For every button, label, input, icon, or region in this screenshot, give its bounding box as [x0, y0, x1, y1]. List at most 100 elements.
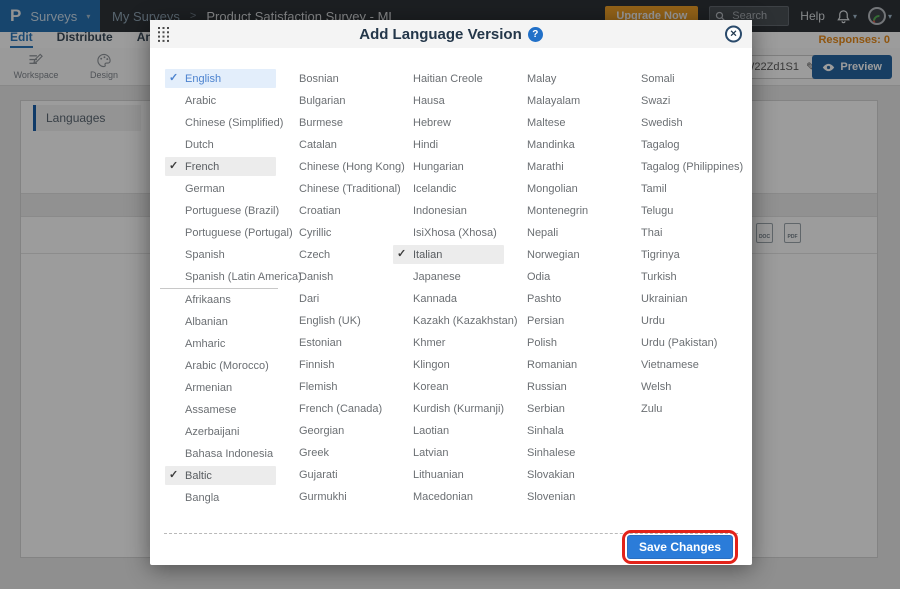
language-option[interactable]: Hungarian [393, 157, 504, 176]
language-option[interactable]: Norwegian [507, 245, 618, 264]
language-option[interactable]: Spanish [165, 245, 276, 264]
language-option[interactable]: Malayalam [507, 91, 618, 110]
language-option[interactable]: French (Canada) [279, 399, 390, 418]
language-option[interactable]: Pashto [507, 289, 618, 308]
language-option[interactable]: Albanian [165, 312, 276, 331]
language-option[interactable]: Romanian [507, 355, 618, 374]
language-option[interactable]: Laotian [393, 421, 504, 440]
language-option[interactable]: Mandinka [507, 135, 618, 154]
language-option[interactable]: Khmer [393, 333, 504, 352]
language-option[interactable]: German [165, 179, 276, 198]
language-option[interactable]: Turkish [621, 267, 732, 286]
language-option[interactable]: Hausa [393, 91, 504, 110]
language-option[interactable]: Persian [507, 311, 618, 330]
help-icon[interactable]: ? [528, 27, 543, 42]
language-option[interactable]: Greek [279, 443, 390, 462]
language-option[interactable]: ✓English [165, 69, 276, 88]
language-option[interactable]: Somali [621, 69, 732, 88]
language-option[interactable]: Thai [621, 223, 732, 242]
language-option[interactable]: Armenian [165, 378, 276, 397]
language-option[interactable]: Macedonian [393, 487, 504, 506]
language-option[interactable]: Kazakh (Kazakhstan) [393, 311, 504, 330]
language-option[interactable]: Arabic [165, 91, 276, 110]
language-option[interactable]: Croatian [279, 201, 390, 220]
language-option[interactable]: Polish [507, 333, 618, 352]
language-option[interactable]: Czech [279, 245, 390, 264]
language-option[interactable]: Slovakian [507, 465, 618, 484]
language-option[interactable]: Portuguese (Brazil) [165, 201, 276, 220]
language-option[interactable]: Kannada [393, 289, 504, 308]
language-option[interactable]: Russian [507, 377, 618, 396]
language-option[interactable]: Kurdish (Kurmanji) [393, 399, 504, 418]
language-option[interactable]: Georgian [279, 421, 390, 440]
language-option[interactable]: Urdu (Pakistan) [621, 333, 732, 352]
language-option[interactable]: Sinhala [507, 421, 618, 440]
language-option[interactable]: English (UK) [279, 311, 390, 330]
language-option[interactable]: ✓Baltic [165, 466, 276, 485]
language-option[interactable]: Assamese [165, 400, 276, 419]
language-option[interactable]: Marathi [507, 157, 618, 176]
language-option[interactable]: Tagalog (Philippines) [621, 157, 732, 176]
language-option[interactable]: Japanese [393, 267, 504, 286]
language-option[interactable]: Catalan [279, 135, 390, 154]
language-option[interactable]: ✓Italian [393, 245, 504, 264]
language-option[interactable]: Indonesian [393, 201, 504, 220]
language-option[interactable]: Latvian [393, 443, 504, 462]
language-option[interactable]: Mongolian [507, 179, 618, 198]
language-option[interactable]: Danish [279, 267, 390, 286]
language-option[interactable]: Lithuanian [393, 465, 504, 484]
language-option[interactable]: Ukrainian [621, 289, 732, 308]
language-option[interactable]: ✓French [165, 157, 276, 176]
language-option[interactable]: Tamil [621, 179, 732, 198]
language-option[interactable]: Gurmukhi [279, 487, 390, 506]
language-option[interactable]: Tigrinya [621, 245, 732, 264]
language-option[interactable]: Chinese (Simplified) [165, 113, 276, 132]
language-option[interactable]: Sinhalese [507, 443, 618, 462]
language-option[interactable]: Bulgarian [279, 91, 390, 110]
language-option[interactable]: Cyrillic [279, 223, 390, 242]
language-option[interactable]: IsiXhosa (Xhosa) [393, 223, 504, 242]
language-option[interactable]: Amharic [165, 334, 276, 353]
language-option[interactable]: Dutch [165, 135, 276, 154]
language-option[interactable]: Montenegrin [507, 201, 618, 220]
language-option[interactable]: Chinese (Traditional) [279, 179, 390, 198]
language-option[interactable]: Klingon [393, 355, 504, 374]
language-option[interactable]: Afrikaans [165, 290, 276, 309]
language-option[interactable]: Welsh [621, 377, 732, 396]
language-option[interactable]: Hebrew [393, 113, 504, 132]
language-option[interactable]: Serbian [507, 399, 618, 418]
language-option[interactable]: Hindi [393, 135, 504, 154]
language-option[interactable]: Tagalog [621, 135, 732, 154]
language-option[interactable]: Bahasa Indonesia [165, 444, 276, 463]
language-option[interactable]: Burmese [279, 113, 390, 132]
language-option[interactable]: Swazi [621, 91, 732, 110]
language-option[interactable]: Spanish (Latin America) [165, 267, 276, 286]
language-option[interactable]: Swedish [621, 113, 732, 132]
language-option[interactable]: Telugu [621, 201, 732, 220]
language-option[interactable]: Finnish [279, 355, 390, 374]
drag-handle-icon[interactable] [158, 27, 169, 47]
language-option[interactable]: Arabic (Morocco) [165, 356, 276, 375]
language-option[interactable]: Flemish [279, 377, 390, 396]
language-option[interactable]: Bosnian [279, 69, 390, 88]
close-button[interactable]: ✕ [725, 26, 742, 43]
save-changes-button[interactable]: Save Changes [627, 535, 733, 559]
language-option[interactable]: Bangla [165, 488, 276, 507]
language-option[interactable]: Zulu [621, 399, 732, 418]
language-option[interactable]: Urdu [621, 311, 732, 330]
language-option[interactable]: Gujarati [279, 465, 390, 484]
language-option[interactable]: Korean [393, 377, 504, 396]
language-option[interactable]: Chinese (Hong Kong) [279, 157, 390, 176]
language-option[interactable]: Malay [507, 69, 618, 88]
language-option[interactable]: Portuguese (Portugal) [165, 223, 276, 242]
language-option[interactable]: Icelandic [393, 179, 504, 198]
language-option[interactable]: Maltese [507, 113, 618, 132]
language-option[interactable]: Dari [279, 289, 390, 308]
language-option[interactable]: Nepali [507, 223, 618, 242]
language-option[interactable]: Haitian Creole [393, 69, 504, 88]
language-option[interactable]: Odia [507, 267, 618, 286]
language-option[interactable]: Azerbaijani [165, 422, 276, 441]
language-option[interactable]: Slovenian [507, 487, 618, 506]
language-option[interactable]: Vietnamese [621, 355, 732, 374]
language-option[interactable]: Estonian [279, 333, 390, 352]
